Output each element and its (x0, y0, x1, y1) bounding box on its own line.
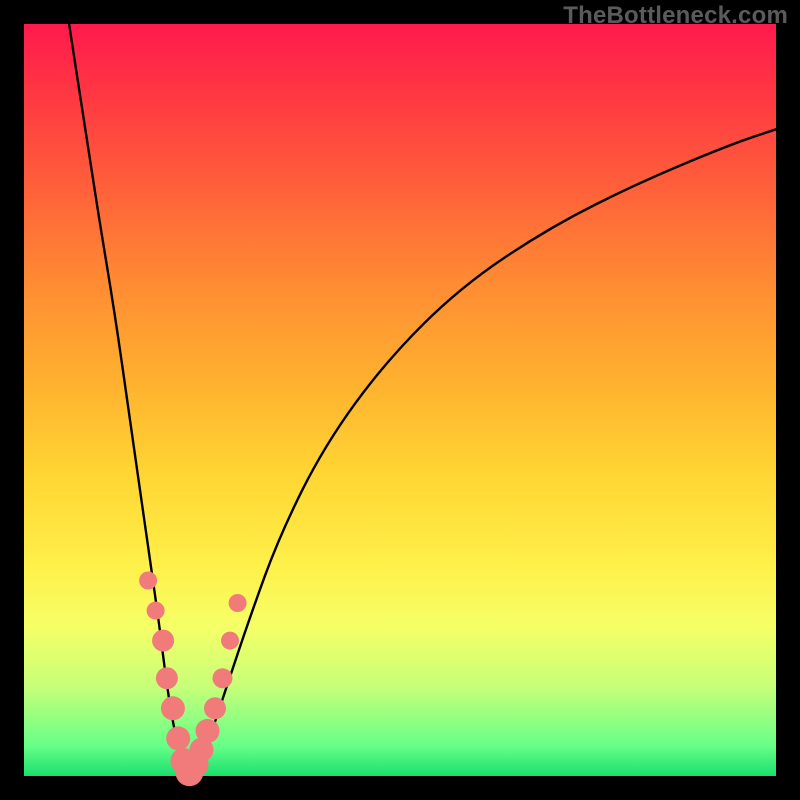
watermark-text: TheBottleneck.com (563, 2, 788, 30)
marker-dot (147, 602, 165, 620)
marker-dot (156, 667, 178, 689)
marker-dot (166, 726, 190, 750)
marker-dot (229, 594, 247, 612)
curve-layer (69, 24, 776, 773)
bottleneck-curve (69, 24, 776, 773)
marker-dot (161, 696, 185, 720)
marker-dots-layer (139, 572, 247, 787)
outer-frame: TheBottleneck.com (0, 0, 800, 800)
marker-dot (196, 719, 220, 743)
marker-dot (221, 632, 239, 650)
chart-svg (24, 24, 776, 776)
marker-dot (204, 697, 226, 719)
marker-dot (152, 630, 174, 652)
marker-dot (139, 572, 157, 590)
marker-dot (213, 668, 233, 688)
